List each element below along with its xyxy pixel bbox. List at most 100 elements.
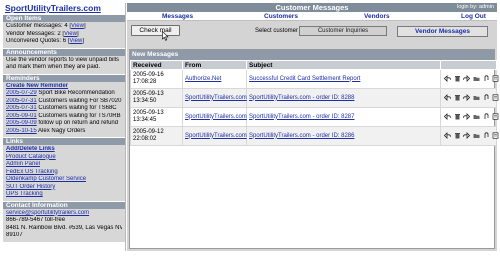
site-title[interactable]: SportUtilityTrailers.com xyxy=(3,3,125,14)
folder-icon[interactable] xyxy=(473,75,480,82)
open-item-text: Customer messages: 4 [ xyxy=(6,23,72,29)
bracket-end: ] xyxy=(82,38,84,44)
reminder-item: 2005-10-15 Alex Nagy Orders xyxy=(6,128,122,136)
announcements-section: Use the vendor reports to view unpaid bi… xyxy=(3,55,125,74)
open-item-text: Vendor Messages: 2 [ xyxy=(6,30,65,37)
reminder-date-link[interactable]: 2005-10-15 xyxy=(6,128,37,134)
from-link[interactable]: SportUtilityTrailers.com xyxy=(185,114,247,120)
delete-icon[interactable] xyxy=(454,94,461,101)
subject-link[interactable]: SportUtilityTrailers.com - order ID: 828… xyxy=(249,133,354,139)
from-link[interactable]: SportUtilityTrailers.com xyxy=(185,133,247,139)
delete-icon[interactable] xyxy=(454,132,461,139)
reminder-date-link[interactable]: 2005-07-31 xyxy=(6,105,37,111)
contact-phone: 866-789-5467 toll-free xyxy=(6,217,66,223)
announcement-text: Use the vendor reports to view unpaid bi… xyxy=(6,56,120,63)
reminder-text: Sport Bike Recommendation xyxy=(38,90,115,96)
from-link[interactable]: Authorize.Net xyxy=(185,76,221,82)
announcement-text: and mark them when they are paid. xyxy=(6,64,101,70)
vendor-messages-button[interactable]: Vendor Messages xyxy=(397,26,488,37)
attach-icon[interactable] xyxy=(483,94,490,101)
column-header-subject: Subject xyxy=(246,60,441,70)
link-order-history[interactable]: SUT Order History xyxy=(6,184,55,190)
received-cell: 2005-09-13 13:34:50 xyxy=(130,88,183,108)
view-quotes-link[interactable]: View xyxy=(69,38,82,44)
bracket-end: ] xyxy=(76,30,79,37)
link-product-catalogue[interactable]: Product Catalogue xyxy=(6,154,56,160)
new-messages-heading: New Messages xyxy=(130,50,494,60)
forward-icon[interactable] xyxy=(463,112,471,120)
reminder-item: 2005-07-29 Sport Bike Recommendation xyxy=(6,90,122,98)
nav-messages[interactable]: Messages xyxy=(162,12,193,21)
reminder-text: follow up on return and refund xyxy=(38,120,119,126)
from-cell: SportUtilityTrailers.com xyxy=(182,107,247,127)
link-fedex-tracking[interactable]: FedEx US Tracking xyxy=(6,169,58,175)
view-icon[interactable] xyxy=(492,132,499,139)
link-admin-panel[interactable]: Admin Panel xyxy=(6,161,40,167)
nav-vendors[interactable]: Vendors xyxy=(364,12,390,21)
nav-customers[interactable]: Customers xyxy=(264,12,298,21)
links-heading: Links xyxy=(3,137,125,145)
subject-link[interactable]: SportUtilityTrailers.com - order ID: 828… xyxy=(249,114,354,120)
reply-icon[interactable] xyxy=(444,131,451,139)
check-mail-button[interactable]: Check mail xyxy=(131,25,180,36)
folder-icon[interactable] xyxy=(473,132,480,139)
select-customer-label: Select customer xyxy=(255,28,299,34)
contact-address-zip: 89107 xyxy=(6,232,23,238)
title-bar: Customer Messages login by: admin xyxy=(127,3,497,12)
actions-cell xyxy=(440,126,499,146)
from-cell: Authorize.Net xyxy=(182,69,247,89)
delete-icon[interactable] xyxy=(454,75,461,82)
reminder-date-link[interactable]: 2005-09-01 xyxy=(6,113,37,119)
view-icon[interactable] xyxy=(492,75,499,82)
reminder-text: Customers waiting For SB7020 xyxy=(38,97,122,104)
table-row[interactable]: 2005-09-13 13:34:45 SportUtilityTrailers.… xyxy=(130,107,499,127)
open-item-text: Unconvered Quotes: 6 [ xyxy=(6,38,70,44)
from-link[interactable]: SportUtilityTrailers.com xyxy=(185,95,247,101)
reminder-date-link[interactable]: 2005-09-09 xyxy=(6,120,37,126)
view-icon[interactable] xyxy=(492,113,499,120)
forward-icon[interactable] xyxy=(463,93,471,101)
announcements-heading: Announcements xyxy=(3,47,125,56)
table-row[interactable]: 2005-09-16 17:08:28 Authorize.Net Success… xyxy=(130,69,499,89)
folder-icon[interactable] xyxy=(473,94,480,101)
folder-icon[interactable] xyxy=(473,113,480,120)
table-row[interactable]: 2005-09-12 22:08:02 SportUtilityTrailers.… xyxy=(130,126,499,146)
add-delete-links-link[interactable]: Add/Delete Links xyxy=(6,146,55,152)
table-row[interactable]: 2005-09-13 13:34:50 SportUtilityTrailers.… xyxy=(130,88,499,108)
reply-icon[interactable] xyxy=(444,112,451,120)
delete-icon[interactable] xyxy=(454,113,461,120)
attach-icon[interactable] xyxy=(483,132,490,139)
attach-icon[interactable] xyxy=(483,75,490,82)
reminder-date-link[interactable]: 2005-07-29 xyxy=(6,90,37,96)
customer-select[interactable]: Customer Inquiries xyxy=(299,26,387,36)
reminder-item: 2005-07-31 Customers waiting For SB7020 xyxy=(6,98,122,106)
subject-link[interactable]: SportUtilityTrailers.com - order ID: 828… xyxy=(249,95,354,101)
from-cell: SportUtilityTrailers.com xyxy=(182,88,247,108)
received-date: 2005-09-13 xyxy=(133,91,164,97)
page-title: Customer Messages xyxy=(275,3,349,12)
received-date: 2005-09-16 xyxy=(133,72,164,78)
reminder-date-link[interactable]: 2005-07-31 xyxy=(6,98,37,104)
forward-icon[interactable] xyxy=(463,131,471,139)
subject-link[interactable]: Successful Credit Card Settlement Report xyxy=(249,76,360,82)
create-reminder-link[interactable]: Create New Reminder xyxy=(6,83,68,89)
reminders-heading: Reminders xyxy=(3,73,125,82)
link-oldenkamp-service[interactable]: Oldenkamp Customer Service xyxy=(6,176,86,182)
reply-icon[interactable] xyxy=(444,74,451,82)
view-customer-messages-link[interactable]: View xyxy=(71,23,84,29)
view-vendor-messages-link[interactable]: View xyxy=(64,31,77,37)
reply-icon[interactable] xyxy=(444,93,451,101)
contact-address: 8481 N. Rainbow Blvd. #539, Las Vegas NV xyxy=(6,224,122,231)
open-items-heading: Open Items xyxy=(3,14,125,22)
forward-icon[interactable] xyxy=(463,74,471,82)
attach-icon[interactable] xyxy=(483,113,490,120)
contact-email-link[interactable]: service@sportutilitytrailers.com xyxy=(6,210,89,216)
reminder-item: 2005-09-09 follow up on return and refun… xyxy=(6,120,122,128)
open-item-row: Unconvered Quotes: 6 [View] xyxy=(6,38,122,46)
contact-heading: Contact Information xyxy=(3,200,125,209)
link-ups-tracking[interactable]: UPS Tracking xyxy=(6,191,43,197)
nav-logout[interactable]: Log Out xyxy=(461,12,486,21)
reminder-item: 2005-09-01 Customers waiting for TS70RB xyxy=(6,113,122,121)
table-header-row: Received From Subject xyxy=(130,60,497,70)
view-icon[interactable] xyxy=(492,94,499,101)
